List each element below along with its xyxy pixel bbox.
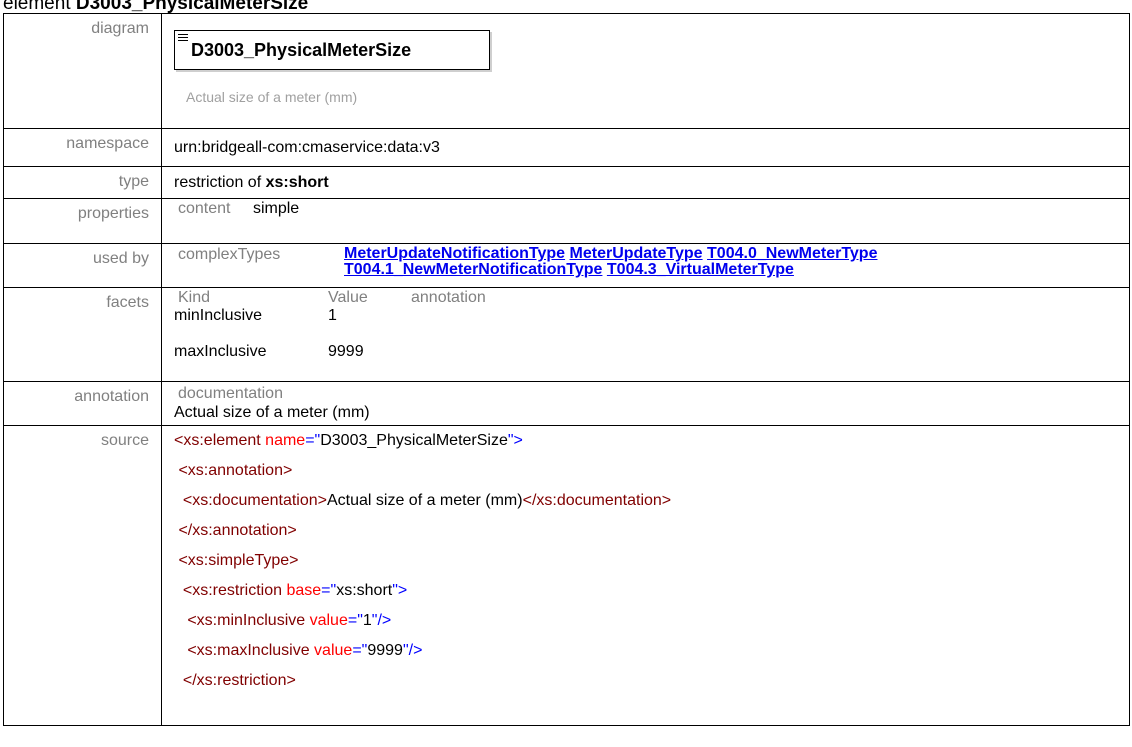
label-facets: facets — [3, 287, 162, 382]
element-doc-table: diagram namespace urn:bridgeall-com:cmas… — [3, 13, 1130, 726]
heading-prefix: element — [3, 0, 71, 14]
source-line: <xs:minInclusive value="1"/> — [174, 612, 392, 629]
link-t004-3-virtual-meter-type[interactable]: T004.3_VirtualMeterType — [607, 261, 794, 278]
source-line: <xs:annotation> — [174, 462, 293, 479]
row-type: type restriction of xs:short — [3, 166, 1130, 199]
label-diagram: diagram — [3, 13, 162, 129]
used-by-value: complexTypes MeterUpdateNotificationType… — [161, 243, 1130, 288]
facets-header: Kind Value annotation — [174, 289, 1129, 307]
properties-value: content simple — [161, 198, 1130, 244]
source-line: <xs:simpleType> — [174, 552, 299, 569]
facet-row: maxInclusive 9999 — [174, 343, 1129, 363]
diagram-caption: Actual size of a meter (mm) — [186, 89, 358, 105]
type-prefix: restriction of — [174, 173, 266, 191]
source-line: </xs:restriction> — [174, 672, 296, 689]
annotation-value: documentation Actual size of a meter (mm… — [161, 381, 1130, 426]
diagram-element-title: D3003_PhysicalMeterSize — [191, 40, 412, 60]
row-used-by: used by complexTypes MeterUpdateNotifica… — [3, 243, 1130, 288]
row-facets: facets Kind Value annotation minInclusiv… — [3, 287, 1130, 382]
facet-header-annotation: annotation — [411, 289, 486, 306]
label-namespace: namespace — [3, 128, 162, 167]
properties-key: content — [178, 200, 231, 217]
source-line: <xs:maxInclusive value="9999"/> — [174, 642, 423, 659]
type-value: restriction of xs:short — [161, 166, 1130, 199]
annotation-documentation: Actual size of a meter (mm) — [174, 404, 370, 421]
diagram-element-box[interactable]: D3003_PhysicalMeterSize — [174, 30, 490, 70]
source-line: <xs:restriction base="xs:short"> — [174, 582, 408, 599]
label-source: source — [3, 425, 162, 726]
facet-kind-min: minInclusive — [174, 307, 263, 324]
row-annotation: annotation documentation Actual size of … — [3, 381, 1130, 426]
heading-element-name: D3003_PhysicalMeterSize — [75, 0, 309, 14]
label-annotation: annotation — [3, 381, 162, 426]
facet-header-value: Value — [328, 289, 368, 306]
source-line: </xs:annotation> — [174, 522, 297, 539]
source-code: <xs:element name="D3003_PhysicalMeterSiz… — [161, 425, 1130, 726]
namespace-value: urn:bridgeall-com:cmaservice:data:v3 — [161, 128, 1130, 167]
facet-kind-max: maxInclusive — [174, 343, 267, 360]
facet-value-max: 9999 — [328, 343, 364, 360]
label-used-by: used by — [3, 243, 162, 288]
element-lines-icon — [178, 34, 188, 43]
label-properties: properties — [3, 198, 162, 244]
link-t004-1-new-meter-notification-type[interactable]: T004.1_NewMeterNotificationType — [344, 261, 602, 278]
link-t004-0-new-meter-type[interactable]: T004.0_NewMeterType — [707, 245, 877, 262]
facets-value: Kind Value annotation minInclusive 1 max… — [161, 287, 1130, 382]
source-line: <xs:element name="D3003_PhysicalMeterSiz… — [174, 432, 523, 449]
type-base: xs:short — [265, 173, 329, 191]
link-meter-update-notification-type[interactable]: MeterUpdateNotificationType — [344, 245, 565, 262]
properties-content: simple — [252, 200, 300, 217]
facet-row: minInclusive 1 — [174, 307, 1129, 343]
used-by-key: complexTypes — [178, 246, 281, 263]
row-diagram: diagram — [3, 13, 1130, 129]
label-type: type — [3, 166, 162, 199]
annotation-key: documentation — [178, 385, 283, 402]
facet-value-min: 1 — [328, 307, 337, 324]
source-line: <xs:documentation>Actual size of a meter… — [174, 492, 672, 509]
facet-header-kind: Kind — [178, 289, 211, 306]
link-meter-update-type[interactable]: MeterUpdateType — [570, 245, 703, 262]
row-source: source <xs:element name="D3003_PhysicalM… — [3, 425, 1130, 726]
row-properties: properties content simple — [3, 198, 1130, 244]
row-namespace: namespace urn:bridgeall-com:cmaservice:d… — [3, 128, 1130, 167]
